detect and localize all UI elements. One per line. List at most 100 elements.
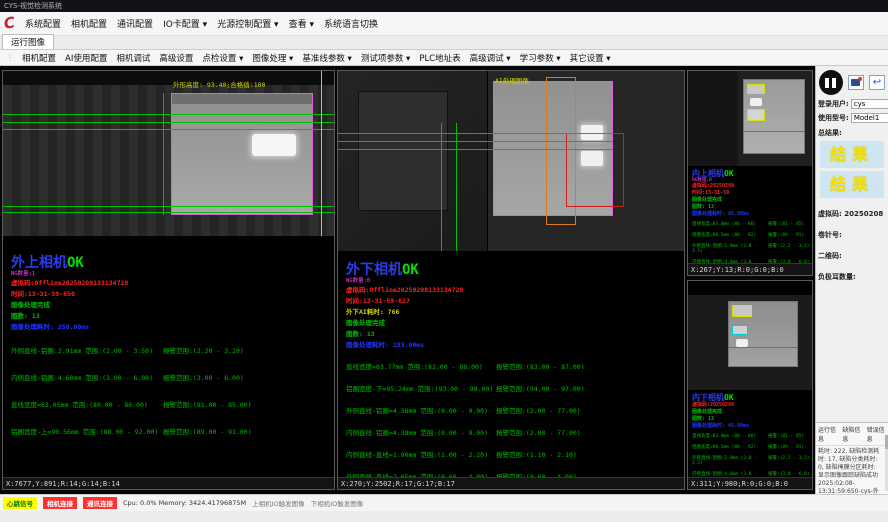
measurement-row: 外侧直线-铝圈:2.9mm (2.0 - 3.5)报警:(2.2 - 3.2) — [692, 455, 812, 466]
part-top-edge — [172, 94, 312, 104]
comm-connect-badge: 通讯连接 — [83, 497, 117, 509]
measurement-row: 铝圈宽度-下=95.24mm 范围:(93.00 - 98.00)报警范围:(9… — [346, 383, 684, 393]
barcode-label: 虚拟码: 20250208 — [816, 206, 888, 219]
measurement-row: 铝圈宽度-上=90.56mm 范围:(88.00 - 92.00)报警范围:(8… — [11, 426, 334, 436]
frame-count-line: 图数: 13 — [692, 416, 812, 423]
roi-box-yellow — [732, 305, 752, 317]
tool-other-settings[interactable]: 其它设置 ▾ — [570, 52, 611, 64]
measurement-text: 外侧直线-铝圈:2.9mm (2.0 - 3.5) — [692, 243, 768, 254]
login-user-input[interactable] — [851, 99, 888, 109]
alarm-range-text: 报警范围:(94.00 - 97.00) — [496, 383, 585, 393]
info-tab-run[interactable]: 运行信息 — [818, 425, 838, 443]
measure-line — [743, 131, 805, 132]
camera-panel-outer-top: 外形高度: 93.40;合格值:100 外上相机OK NG数量:1 虚拟码:Of… — [2, 70, 335, 490]
measure-line — [338, 133, 613, 134]
status-bar: 心跳信号 相机连接 通讯连接 Cpu: 0.0% Memory: 3424.41… — [0, 494, 888, 511]
return-button[interactable]: ↩ — [869, 75, 885, 90]
tool-spot-check[interactable]: 点检设置 ▾ — [202, 52, 243, 64]
qr-label: 二维码: — [816, 248, 888, 261]
menu-system-config[interactable]: 系统配置 — [25, 17, 61, 30]
menu-comm-config[interactable]: 通讯配置 — [117, 17, 153, 30]
tool-baseline-params[interactable]: 基准线参数 ▾ — [302, 52, 351, 64]
login-user-label: 登录用户: — [818, 99, 849, 109]
pin-label: 卷针号: — [816, 227, 888, 240]
tool-camera-config[interactable]: 相机配置 — [22, 52, 56, 64]
image-dark-band — [3, 71, 334, 85]
barcode-line: 虚拟码:20250208 — [692, 402, 812, 409]
menu-view[interactable]: 查看 ▾ — [289, 17, 314, 30]
tab-highlight — [581, 151, 603, 166]
camera-title: 外上相机 — [11, 255, 67, 271]
measure-line — [3, 129, 334, 130]
measurement-text: 直线宽度=83.0mm (80 - 86) — [692, 433, 768, 439]
menu-language-switch[interactable]: 系统语言切换 — [324, 17, 378, 30]
part-region — [171, 93, 313, 215]
tool-test-params[interactable]: 测试项参数 ▾ — [361, 52, 410, 64]
tab-strip: 运行图像 — [0, 36, 888, 50]
result-ok-text: OK — [724, 169, 734, 178]
pixel-coords-readout: X:267;Y:13;R:0;G:0;B:0 — [688, 263, 812, 275]
title-bar: CYS-视觉检测系统 — [0, 0, 888, 12]
measure-line-vertical — [163, 93, 164, 215]
process-done-line: 图像处理完成 — [11, 300, 334, 311]
menu-io-config[interactable]: IO卡配置 ▾ — [163, 17, 207, 30]
tool-plc-address[interactable]: PLC地址表 — [419, 52, 460, 64]
snapshot-button[interactable] — [848, 75, 864, 90]
measurement-text: 直线宽度=83.0mm (80 - 86) — [692, 221, 768, 227]
info-log-area: 运行信息 缺陷信息 错误信息 耗时: 222, 缺陷检测耗时: 17, 缺陷分类… — [816, 422, 888, 494]
pixel-coords-readout: X:270;Y:2502;R:17;G:17;B:17 — [338, 477, 684, 489]
process-done-line: 图像处理完成 — [692, 197, 812, 204]
roi-box-red — [566, 133, 624, 207]
alarm-range-text: 报警范围:(3.00 - 6.00) — [163, 372, 244, 382]
tool-camera-debug[interactable]: 相机调试 — [116, 52, 150, 64]
process-done-line: 图像处理完成 — [692, 409, 812, 416]
tool-image-process[interactable]: 图像处理 ▾ — [252, 52, 293, 64]
elapsed-line: 图像处理耗时: 45.00ms — [692, 211, 812, 218]
result-ok-text: OK — [724, 393, 734, 402]
menu-camera-config[interactable]: 相机配置 — [71, 17, 107, 30]
camera-view-inner-top[interactable] — [688, 71, 812, 166]
measure-line — [338, 141, 613, 142]
menu-light-config[interactable]: 光源控制配置 ▾ — [217, 17, 278, 30]
cpu-memory-readout: Cpu: 0.0% Memory: 3424.41796875M — [123, 499, 246, 507]
ai-image-label: AI处理图像 — [495, 75, 529, 85]
model-row: 使用型号: — [816, 111, 888, 125]
measurement-row: 铝圈宽度=90.5mm (88 - 92)报警:(89 - 91) — [692, 444, 812, 450]
camera-view-outer-top[interactable]: 外形高度: 93.40;合格值:100 — [3, 71, 334, 236]
camera-panel-inner-bottom: 内下相机OK 虚拟码:20250208 图像处理完成 图数: 13 图像处理耗时… — [687, 280, 813, 490]
elapsed-line: 图像处理耗时: 45.00ms — [692, 423, 812, 430]
barcode-line: 虚拟码:Offline20250208133134728 — [346, 285, 684, 296]
measure-line — [3, 122, 334, 123]
measurement-text: 铝圈宽度-上=90.56mm 范围:(88.00 - 92.00) — [11, 426, 163, 436]
measure-line — [3, 206, 334, 207]
info-tab-defect[interactable]: 缺陷信息 — [842, 425, 862, 443]
tool-advanced-debug[interactable]: 高级调试 ▾ — [470, 52, 511, 64]
measure-line-vertical — [456, 123, 457, 251]
tab-highlight — [736, 339, 748, 347]
footer-strip — [0, 511, 888, 522]
total-result-label: 总结果: — [816, 125, 888, 138]
measurement-text: 内侧直线-铝圈:4.60mm 范围:(3.00 - 6.00) — [11, 372, 163, 382]
camera-title: 外下相机 — [346, 262, 402, 278]
measurement-row: 直线宽度=83.0mm (80 - 86)报警:(81 - 85) — [692, 433, 812, 439]
machinery-detail — [358, 91, 448, 211]
toolbar: ⋮ 相机配置 AI使用配置 相机调试 高级设置 点检设置 ▾ 图像处理 ▾ 基准… — [0, 50, 888, 66]
info-tab-error[interactable]: 错误信息 — [867, 425, 887, 443]
tab-run-image[interactable]: 运行图像 — [2, 34, 54, 49]
measurement-row: 外侧直线-铝圈:2.9mm (2.0 - 3.5)报警:(2.2 - 3.2) — [692, 243, 812, 254]
measure-line-vertical — [441, 123, 442, 251]
camera-view-inner-bottom[interactable] — [688, 295, 812, 390]
tool-advanced-settings[interactable]: 高级设置 — [159, 52, 193, 64]
info-tabs: 运行信息 缺陷信息 错误信息 — [816, 423, 888, 446]
measurement-text: 外侧直线-铝圈=4.38mm 范围:(0.00 - 9.00) — [346, 405, 496, 415]
tool-ai-config[interactable]: AI使用配置 — [65, 52, 107, 64]
camera-connect-badge: 相机连接 — [43, 497, 77, 509]
camera-view-outer-bottom[interactable]: AI处理图像 — [338, 71, 684, 251]
pause-button[interactable] — [819, 70, 843, 95]
model-input[interactable] — [851, 113, 888, 123]
app-window: CYS-视觉检测系统 C 系统配置 相机配置 通讯配置 IO卡配置 ▾ 光源控制… — [0, 0, 888, 522]
alarm-range-text: 报警:(2.2 - 3.2) — [768, 243, 810, 254]
camera-panel-outer-bottom: AI处理图像 外下相机OK NG数量:0 虚拟码:Offline20250208… — [337, 70, 685, 490]
tab-highlight — [750, 98, 762, 106]
tool-learn-params[interactable]: 学习参数 ▾ — [520, 52, 561, 64]
